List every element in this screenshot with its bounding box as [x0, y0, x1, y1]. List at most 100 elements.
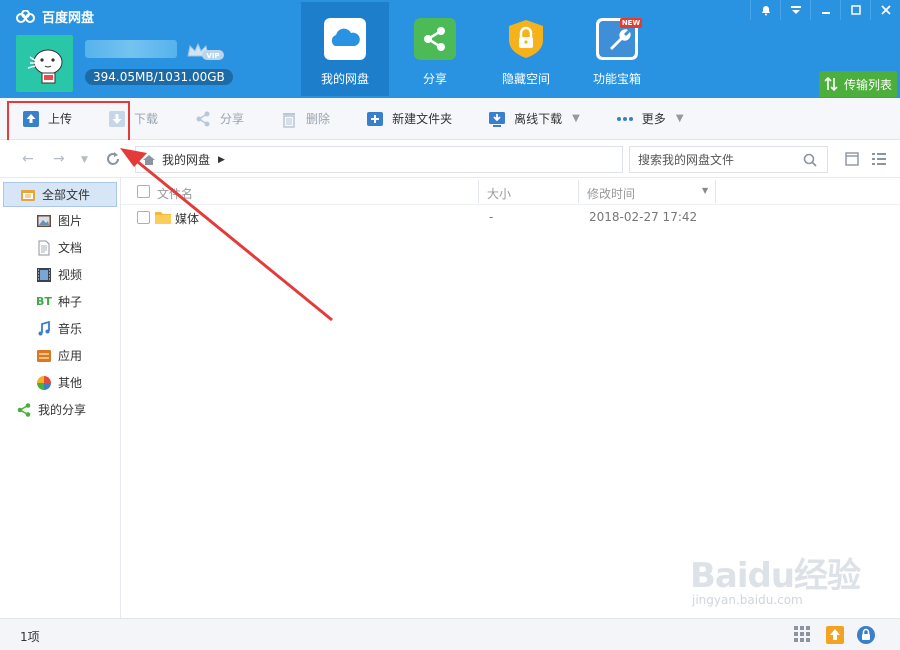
transfer-list-label: 传输列表 [843, 77, 892, 92]
download-label: 下载 [134, 112, 159, 126]
avatar-image [27, 49, 63, 84]
sort-chevron-down-icon[interactable]: ▼ [702, 186, 708, 195]
navigation-row: ← → ▼ 我的网盘 ▶ [0, 140, 900, 178]
column-header-name[interactable]: 文件名 [157, 185, 193, 202]
sidebar-item-music[interactable]: 音乐 [0, 315, 120, 342]
thumbnail-view-icon[interactable] [845, 152, 859, 166]
document-icon [36, 240, 52, 256]
column-header-modified[interactable]: 修改时间 [587, 185, 635, 202]
offline-download-label: 离线下载 [514, 112, 563, 126]
search-box[interactable] [629, 146, 828, 173]
grid-apps-icon[interactable] [793, 625, 811, 643]
share-label: 分享 [220, 112, 245, 126]
file-name[interactable]: 媒体 [175, 210, 199, 227]
breadcrumb[interactable]: 我的网盘 ▶ [135, 146, 623, 173]
folder-drive-icon [20, 187, 36, 203]
image-icon [36, 213, 52, 229]
delete-label: 删除 [306, 112, 331, 126]
table-row[interactable]: 媒体 - 2018-02-27 17:42 [121, 206, 900, 230]
history-dropdown-icon[interactable]: ▼ [81, 155, 88, 165]
offline-download-button[interactable]: 离线下载 ▼ [488, 110, 580, 128]
music-icon [36, 320, 52, 337]
column-divider[interactable] [715, 180, 716, 203]
transfer-list-button[interactable]: 传输列表 [819, 71, 897, 97]
sidebar-item-label: 其他 [58, 376, 83, 390]
sidebar-item-label: 图片 [58, 214, 83, 228]
sidebar-item-apps[interactable]: 应用 [0, 342, 120, 369]
sidebar-item-label: 全部文件 [42, 188, 91, 202]
other-icon [36, 375, 52, 391]
select-all-checkbox[interactable] [137, 185, 150, 198]
lock-shield-icon [509, 20, 543, 58]
chevron-down-icon[interactable]: ▼ [572, 113, 580, 124]
sidebar-item-label: 应用 [58, 349, 83, 363]
sidebar-item-my-share[interactable]: 我的分享 [0, 396, 120, 423]
search-input[interactable] [638, 152, 798, 167]
trash-icon [283, 112, 296, 128]
list-view-icon[interactable] [871, 152, 887, 166]
search-icon[interactable] [803, 153, 817, 167]
sidebar-item-label: 种子 [58, 295, 83, 309]
share-icon [414, 18, 456, 60]
status-bar: 1项 [0, 618, 900, 650]
new-folder-icon [367, 111, 384, 126]
close-icon[interactable] [870, 0, 900, 20]
share-button[interactable]: 分享 [194, 110, 244, 128]
tab-label: 我的网盘 [320, 72, 369, 86]
vip-label: VIP [206, 52, 219, 60]
forward-arrow-icon[interactable]: → [53, 151, 65, 167]
tab-toolbox[interactable]: 功能宝箱 [573, 2, 661, 96]
cloud-icon [324, 18, 366, 60]
more-button[interactable]: 更多 ▼ [616, 110, 684, 128]
row-checkbox[interactable] [137, 211, 150, 224]
watermark: Baidu经验 jingyan.baidu.com [690, 548, 861, 607]
sidebar-item-other[interactable]: 其他 [0, 369, 120, 396]
title-bar: 百度网盘 VIP 394.05MB/1031.00GB 我的网盘 分享 隐藏空间… [0, 0, 900, 98]
minimize-icon[interactable] [810, 0, 840, 20]
upload-status-icon[interactable] [825, 625, 845, 645]
username-redacted [85, 40, 177, 58]
more-dots-icon [616, 116, 633, 121]
chevron-down-icon[interactable]: ▼ [676, 113, 684, 124]
share-icon [196, 111, 210, 126]
notification-bell-icon[interactable] [750, 0, 780, 20]
tab-my-drive[interactable]: 我的网盘 [301, 2, 389, 96]
transfer-arrows-icon [824, 77, 838, 91]
sidebar-item-torrents[interactable]: BT 种子 [0, 288, 120, 315]
column-divider[interactable] [578, 180, 579, 203]
sidebar-item-images[interactable]: 图片 [0, 207, 120, 234]
maximize-icon[interactable] [840, 0, 870, 20]
sidebar-item-label: 我的分享 [38, 403, 87, 417]
storage-quota: 394.05MB/1031.00GB [85, 69, 233, 85]
refresh-icon[interactable] [105, 151, 121, 167]
app-title: 百度网盘 [16, 7, 94, 26]
new-folder-button[interactable]: 新建文件夹 [366, 110, 452, 128]
sidebar-item-all-files[interactable]: 全部文件 [3, 182, 117, 207]
watermark-brand: Baidu经验 [690, 556, 861, 596]
sidebar: 全部文件 图片 文档 视频 BT 种子 音乐 应用 其他 我的分享 [0, 178, 121, 618]
sidebar-item-documents[interactable]: 文档 [0, 234, 120, 261]
new-folder-label: 新建文件夹 [392, 112, 453, 126]
avatar[interactable] [16, 35, 73, 92]
tab-label: 分享 [422, 72, 447, 86]
menu-dropdown-icon[interactable] [780, 0, 810, 20]
home-icon [143, 154, 155, 165]
sidebar-item-label: 音乐 [58, 322, 83, 336]
delete-button[interactable]: 删除 [280, 110, 330, 128]
offline-download-icon [489, 111, 506, 127]
window-controls [750, 0, 900, 20]
tab-hidden-space[interactable]: 隐藏空间 [482, 2, 570, 96]
back-arrow-icon[interactable]: ← [22, 151, 34, 167]
bt-icon: BT [36, 295, 52, 308]
column-header-size[interactable]: 大小 [487, 185, 511, 202]
breadcrumb-separator-icon[interactable]: ▶ [218, 155, 225, 165]
lock-status-icon[interactable] [856, 625, 876, 645]
tab-share[interactable]: 分享 [391, 2, 479, 96]
sidebar-item-label: 视频 [58, 268, 83, 282]
column-divider[interactable] [478, 180, 479, 203]
vip-crown-badge[interactable]: VIP [186, 42, 226, 65]
share-icon [16, 402, 32, 418]
sidebar-item-videos[interactable]: 视频 [0, 261, 120, 288]
breadcrumb-root[interactable]: 我的网盘 [162, 151, 210, 168]
video-icon [36, 267, 52, 283]
